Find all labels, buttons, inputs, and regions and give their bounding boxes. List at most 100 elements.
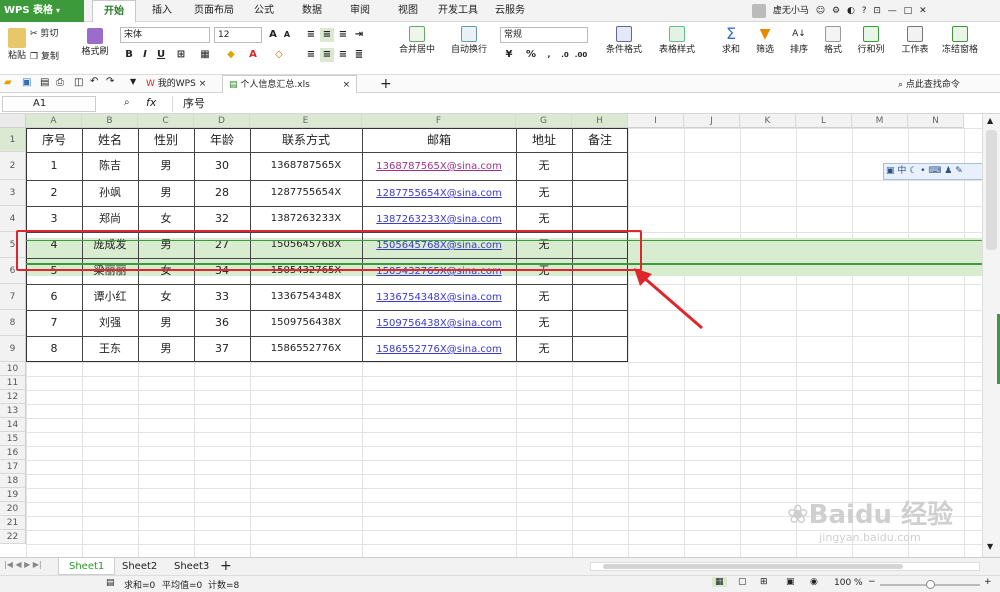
find-command[interactable]: ⌕ 点此查找命令	[898, 77, 960, 90]
zoom-level[interactable]: 100 %	[834, 578, 863, 588]
table-cell[interactable]: 无	[516, 206, 572, 232]
column-header-m[interactable]: M	[852, 114, 908, 128]
header-cell[interactable]: 姓名	[82, 128, 138, 152]
row-header-13[interactable]: 13	[0, 404, 26, 418]
table-cell[interactable]: 无	[516, 336, 572, 362]
column-header-l[interactable]: L	[796, 114, 852, 128]
font-color-icon[interactable]: A	[246, 48, 260, 62]
zoom-out-icon[interactable]: −	[868, 577, 876, 587]
header-cell[interactable]: 性别	[138, 128, 194, 152]
tab-my-wps[interactable]: W 我的WPS ×	[140, 75, 212, 93]
tab-view[interactable]: 视图	[390, 0, 426, 22]
zoom-in-icon[interactable]: +	[984, 577, 992, 587]
header-cell[interactable]: 序号	[26, 128, 82, 152]
column-header-k[interactable]: K	[740, 114, 796, 128]
scroll-down-icon[interactable]: ▼	[987, 542, 993, 551]
column-header-f[interactable]: F	[362, 114, 516, 128]
comma-icon[interactable]: ,	[542, 48, 556, 62]
column-header-a[interactable]: A	[26, 114, 82, 128]
chevron-down-icon[interactable]: ▼	[130, 77, 136, 86]
save-icon[interactable]: ▣	[22, 77, 31, 88]
align-top-icon[interactable]: ≡	[304, 28, 318, 42]
email-link[interactable]: 1387263233X@sina.com	[376, 214, 501, 225]
zoom-slider[interactable]	[880, 580, 980, 589]
minimize-icon[interactable]: —	[888, 6, 897, 16]
table-cell[interactable]: 1586552776X	[250, 336, 362, 362]
email-cell[interactable]: 1586552776X@sina.com	[362, 336, 516, 362]
row-header-1[interactable]: 1	[0, 128, 26, 152]
tab-developer[interactable]: 开发工具	[432, 0, 484, 22]
cut-button[interactable]: ✂ 剪切	[30, 26, 76, 39]
window-restore-icon[interactable]: ⊡	[873, 6, 881, 16]
row-header-14[interactable]: 14	[0, 418, 26, 432]
table-cell[interactable]: 无	[516, 180, 572, 206]
horizontal-scrollbar[interactable]	[590, 562, 980, 571]
table-cell[interactable]: 37	[194, 336, 250, 362]
export-icon[interactable]: ▤	[40, 77, 49, 88]
font-name-select[interactable]: 宋体	[120, 27, 210, 43]
table-cell[interactable]: 无	[516, 310, 572, 336]
table-cell[interactable]: 3	[26, 206, 82, 232]
row-header-17[interactable]: 17	[0, 460, 26, 474]
email-link[interactable]: 1368787565X@sina.com	[376, 161, 501, 172]
currency-icon[interactable]: ¥	[502, 48, 516, 62]
row-header-4[interactable]: 4	[0, 206, 26, 232]
align-left-icon[interactable]: ≡	[304, 48, 318, 62]
table-cell[interactable]: 男	[138, 180, 194, 206]
table-cell[interactable]: 1	[26, 152, 82, 180]
column-header-c[interactable]: C	[138, 114, 194, 128]
email-cell[interactable]: 1509756438X@sina.com	[362, 310, 516, 336]
format-button[interactable]: 格式	[818, 26, 848, 55]
column-header-g[interactable]: G	[516, 114, 572, 128]
number-format-select[interactable]: 常规	[500, 27, 588, 43]
row-header-16[interactable]: 16	[0, 446, 26, 460]
maximize-icon[interactable]: □	[904, 6, 913, 16]
column-header-n[interactable]: N	[908, 114, 964, 128]
row-header-15[interactable]: 15	[0, 432, 26, 446]
sheet-tab-2[interactable]: Sheet2	[112, 558, 167, 575]
wps-logo-menu[interactable]: WPS 表格 ▾	[0, 0, 84, 22]
row-header-2[interactable]: 2	[0, 152, 26, 180]
table-cell[interactable]	[572, 206, 628, 232]
preview-icon[interactable]: ◫	[74, 77, 83, 88]
bold-button[interactable]: B	[122, 48, 136, 62]
percent-button[interactable]: %	[524, 48, 538, 62]
table-cell[interactable]: 谭小红	[82, 284, 138, 310]
decrease-decimal-icon[interactable]: .00	[574, 48, 588, 62]
row-header-10[interactable]: 10	[0, 362, 26, 376]
reading-mode-icon[interactable]: ▣	[786, 577, 795, 587]
increase-decimal-icon[interactable]: .0	[558, 48, 572, 62]
tab-formula[interactable]: 公式	[246, 0, 282, 22]
email-cell[interactable]: 1287755654X@sina.com	[362, 180, 516, 206]
table-cell[interactable]: 男	[138, 152, 194, 180]
table-cell[interactable]: 33	[194, 284, 250, 310]
row-header-21[interactable]: 21	[0, 516, 26, 530]
font-grow-icon[interactable]: A	[266, 28, 280, 42]
table-cell[interactable]: 1336754348X	[250, 284, 362, 310]
column-header-i[interactable]: I	[628, 114, 684, 128]
table-cell[interactable]: 8	[26, 336, 82, 362]
scroll-thumb[interactable]	[986, 130, 997, 250]
email-link[interactable]: 1336754348X@sina.com	[376, 292, 501, 303]
table-cell[interactable]: 男	[138, 310, 194, 336]
skin-icon[interactable]: ◐	[847, 6, 855, 16]
table-cell[interactable]: 36	[194, 310, 250, 336]
sheet-nav-icons[interactable]: |◀ ◀ ▶ ▶|	[4, 560, 42, 569]
row-col-button[interactable]: 行和列	[852, 26, 890, 55]
row-header-18[interactable]: 18	[0, 474, 26, 488]
table-cell[interactable]: 30	[194, 152, 250, 180]
row-header-20[interactable]: 20	[0, 502, 26, 516]
row-header-7[interactable]: 7	[0, 284, 26, 310]
row-header-22[interactable]: 22	[0, 530, 26, 544]
wrap-text-button[interactable]: 自动换行	[446, 26, 492, 55]
tab-insert[interactable]: 插入	[140, 0, 184, 22]
table-cell[interactable]: 男	[138, 336, 194, 362]
table-cell[interactable]: 女	[138, 206, 194, 232]
tab-home[interactable]: 开始	[92, 0, 136, 22]
worksheet-button[interactable]: 工作表	[894, 26, 936, 55]
fill-color-icon[interactable]: ◆	[224, 48, 238, 62]
table-cell[interactable]: 陈吉	[82, 152, 138, 180]
sheet-tab-3[interactable]: Sheet3	[164, 558, 219, 575]
table-cell[interactable]: 孙飒	[82, 180, 138, 206]
font-size-select[interactable]: 12	[214, 27, 262, 43]
